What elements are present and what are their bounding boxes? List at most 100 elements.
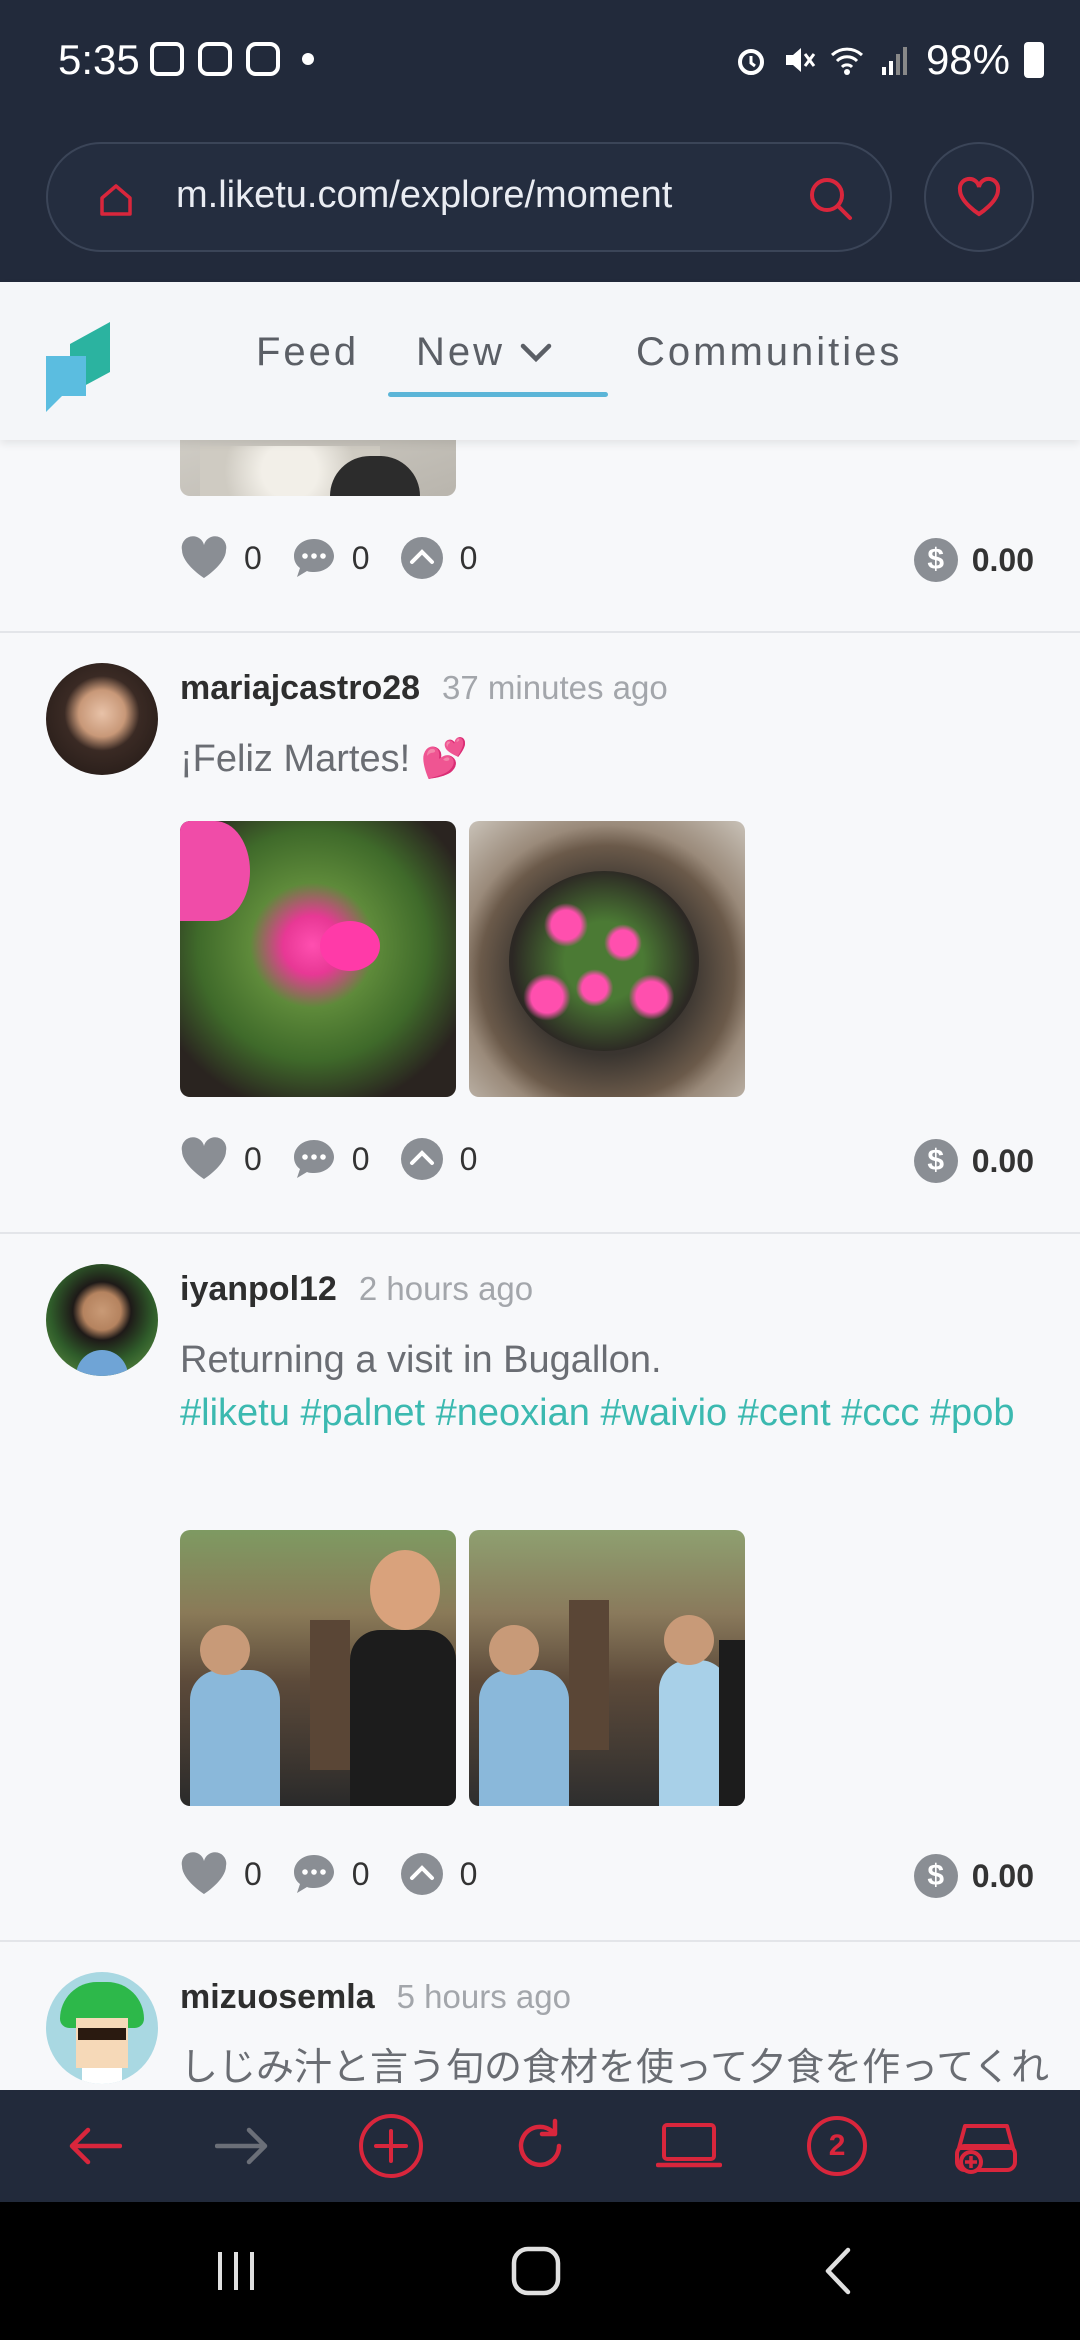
post-photo[interactable] [180,440,456,496]
feed-post: mizuosemla 5 hours ago しじみ汁と言う旬の食材を使って夕食を… [0,1942,1080,2090]
incognito-button[interactable] [946,2106,1026,2186]
feed-post: mariajcastro28 37 minutes ago ¡Feliz Mart… [0,633,1080,1234]
back-icon [70,2127,123,2165]
avatar[interactable] [46,663,158,775]
vote-count: 0 [459,1140,478,1177]
post-header: iyanpol12 2 hours ago [180,1270,533,1309]
add-icon [359,2114,424,2178]
username[interactable]: mariajcastro28 [180,669,420,707]
alarm-icon [737,49,764,75]
post-header: mariajcastro28 37 minutes ago [180,669,668,708]
hashtags[interactable]: #liketu #palnet #neoxian #waivio #cent #… [180,1392,1014,1434]
upvote-icon [400,1853,443,1895]
recent-apps-icon[interactable] [206,2246,266,2296]
post-photo[interactable] [180,1530,456,1806]
comment-count: 0 [351,539,370,576]
tab-communities[interactable]: Communities [636,330,902,375]
tabs-icon: 2 [807,2116,868,2176]
url-text[interactable]: m.liketu.com/explore/moment [176,174,766,217]
post-photo[interactable] [180,821,456,1097]
status-bar: 5:35 98% [0,0,1080,118]
feed-post: iyanpol12 2 hours ago Returning a visit i… [0,1234,1080,1942]
tabs-button[interactable]: 2 [797,2106,877,2186]
home-button-icon[interactable] [506,2246,566,2296]
comment-icon [293,1855,334,1893]
upvote-icon [400,1138,443,1180]
heart-icon [181,1137,227,1179]
post-actions: 0 0 0 [180,1852,507,1896]
reload-button[interactable] [500,2106,580,2186]
tab-new[interactable]: New [416,330,553,375]
active-tab-indicator [388,392,608,397]
android-navigation-bar [0,2202,1080,2340]
post-actions: 0 0 0 [180,1137,507,1181]
forward-button[interactable] [203,2106,283,2186]
search-icon[interactable] [806,174,856,224]
feed-post: 0 0 0 $ 0.00 [0,440,1080,633]
like-button[interactable]: 0 [180,536,262,580]
instagram-notification-icon [198,42,232,76]
back-button[interactable] [54,2106,134,2186]
instagram-notification-icon-2 [246,42,280,76]
username[interactable]: mizuosemla [180,1978,375,2016]
post-text: ¡Feliz Martes! 💕 [180,738,469,780]
heart-icon [181,1852,227,1894]
post-text: Returning a visit in Bugallon. #liketu #… [180,1334,1040,1440]
app-navigation: Feed New Communities [0,282,1080,440]
tab-feed[interactable]: Feed [256,330,359,375]
vote-count: 0 [459,539,478,576]
battery-percent: 98% [925,36,1010,83]
favorites-button[interactable] [924,142,1034,252]
dollar-icon: $ [913,1139,958,1183]
mute-icon [785,48,816,72]
payout-value: 0.00 [971,1857,1034,1894]
payout-value: 0.00 [971,1142,1034,1179]
new-tab-button[interactable] [351,2106,431,2186]
post-payout: $ 0.00 [913,1139,1034,1183]
browser-url-bar: m.liketu.com/explore/moment [0,118,1080,282]
upvote-button[interactable]: 0 [400,1137,478,1181]
like-count: 0 [244,539,262,576]
address-field[interactable]: m.liketu.com/explore/moment [46,142,892,252]
tab-new-label: New [416,330,506,374]
dollar-icon: $ [913,538,958,582]
heart-icon [181,536,227,578]
home-icon[interactable] [96,180,136,220]
post-payout: $ 0.00 [913,1854,1034,1898]
post-payout: $ 0.00 [913,538,1034,582]
heart-icon [957,176,1001,217]
like-count: 0 [244,1140,262,1177]
forward-icon [214,2127,268,2165]
browser-toolbar: 2 [0,2090,1080,2202]
system-status: 98% [734,36,1044,84]
upvote-button[interactable]: 0 [400,1852,478,1896]
system-back-icon[interactable] [810,2246,870,2296]
gallery-notification-icon [150,42,184,76]
upvote-button[interactable]: 0 [400,536,478,580]
comment-button[interactable]: 0 [292,1138,370,1180]
payout-value: 0.00 [971,541,1034,578]
post-photo[interactable] [469,1530,745,1806]
more-notifications-icon [302,53,314,65]
like-button[interactable]: 0 [180,1137,262,1181]
username[interactable]: iyanpol12 [180,1270,337,1308]
avatar[interactable] [46,1972,158,2084]
dollar-icon: $ [913,1854,958,1898]
post-text-content: Returning a visit in Bugallon. [180,1339,662,1381]
like-button[interactable]: 0 [180,1852,262,1896]
wifi-icon [830,47,863,75]
avatar[interactable] [46,1264,158,1376]
desktop-mode-button[interactable] [649,2106,729,2186]
vote-count: 0 [459,1855,478,1892]
incognito-icon [954,2124,1017,2174]
comment-button[interactable]: 0 [292,1853,370,1895]
comment-button[interactable]: 0 [292,537,370,579]
comment-icon [293,1140,334,1178]
post-photo[interactable] [469,821,745,1097]
post-time: 37 minutes ago [442,669,668,706]
signal-icon [881,47,907,75]
post-time: 2 hours ago [358,1270,534,1307]
post-time: 5 hours ago [396,1978,571,2015]
feed: 0 0 0 $ 0.00 mariajcastro28 37 minutes ag… [0,440,1080,2090]
liketu-logo[interactable] [44,308,116,418]
